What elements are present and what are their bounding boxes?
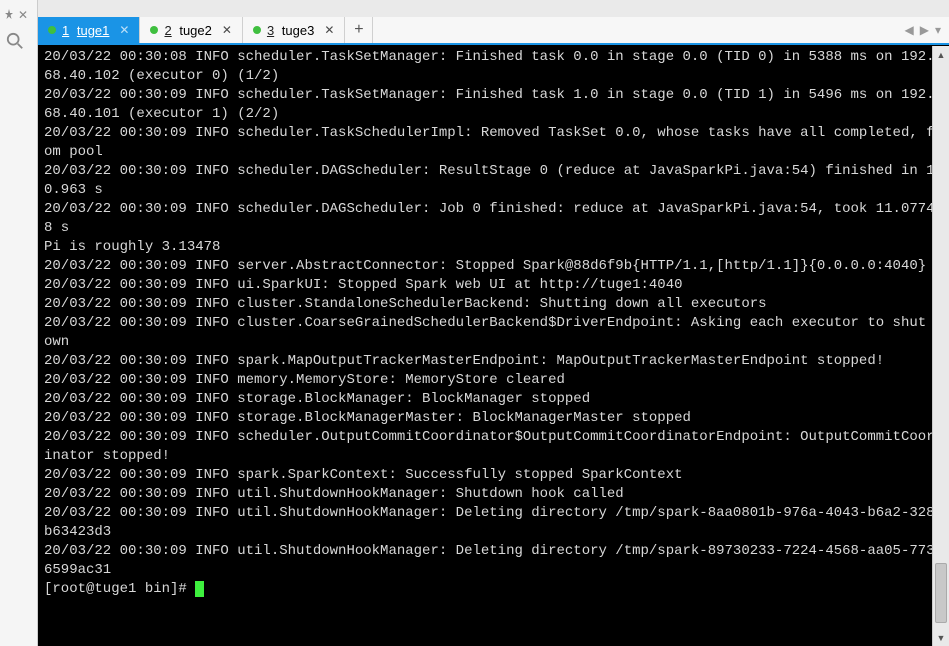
shell-prompt: [root@tuge1 bin]# — [44, 581, 195, 597]
tab-label: 2 tuge2 — [164, 23, 211, 38]
vertical-scrollbar[interactable]: ▲ ▼ — [932, 46, 949, 646]
terminal-text: 20/03/22 00:30:08 INFO scheduler.TaskSet… — [44, 49, 943, 578]
tab-label: 1 tuge1 — [62, 23, 109, 38]
tab-label: 3 tuge3 — [267, 23, 314, 38]
scroll-track[interactable] — [933, 63, 949, 629]
close-tab-icon[interactable]: ✕ — [222, 23, 232, 37]
search-icon[interactable] — [6, 37, 24, 54]
close-tab-icon[interactable]: ✕ — [324, 23, 334, 37]
scroll-thumb[interactable] — [935, 563, 947, 623]
status-dot-icon — [253, 26, 261, 34]
left-toolbar: ✕ — [0, 0, 38, 646]
tab-menu-icon[interactable]: ▾ — [935, 23, 941, 37]
close-panel-icon[interactable]: ✕ — [18, 8, 28, 22]
pin-icon[interactable] — [4, 8, 14, 22]
tab-tuge2[interactable]: 2 tuge2 ✕ — [140, 17, 242, 43]
tab-prev-icon[interactable]: ◀ — [905, 23, 914, 37]
terminal-output[interactable]: 20/03/22 00:30:08 INFO scheduler.TaskSet… — [38, 45, 949, 646]
scroll-up-icon[interactable]: ▲ — [933, 46, 949, 63]
new-tab-button[interactable]: + — [345, 17, 373, 43]
tab-navigation: ◀ ▶ ▾ — [897, 17, 949, 43]
status-dot-icon — [48, 26, 56, 34]
breadcrumb — [38, 0, 949, 17]
tab-tuge3[interactable]: 3 tuge3 ✕ — [243, 17, 345, 43]
cursor-icon — [195, 581, 204, 597]
tab-bar: 1 tuge1 ✕ 2 tuge2 ✕ 3 tuge3 ✕ + ◀ ▶ ▾ — [38, 17, 949, 45]
tab-next-icon[interactable]: ▶ — [920, 23, 929, 37]
tab-tuge1[interactable]: 1 tuge1 ✕ — [38, 17, 140, 43]
scroll-down-icon[interactable]: ▼ — [933, 629, 949, 646]
status-dot-icon — [150, 26, 158, 34]
close-tab-icon[interactable]: ✕ — [119, 23, 129, 37]
